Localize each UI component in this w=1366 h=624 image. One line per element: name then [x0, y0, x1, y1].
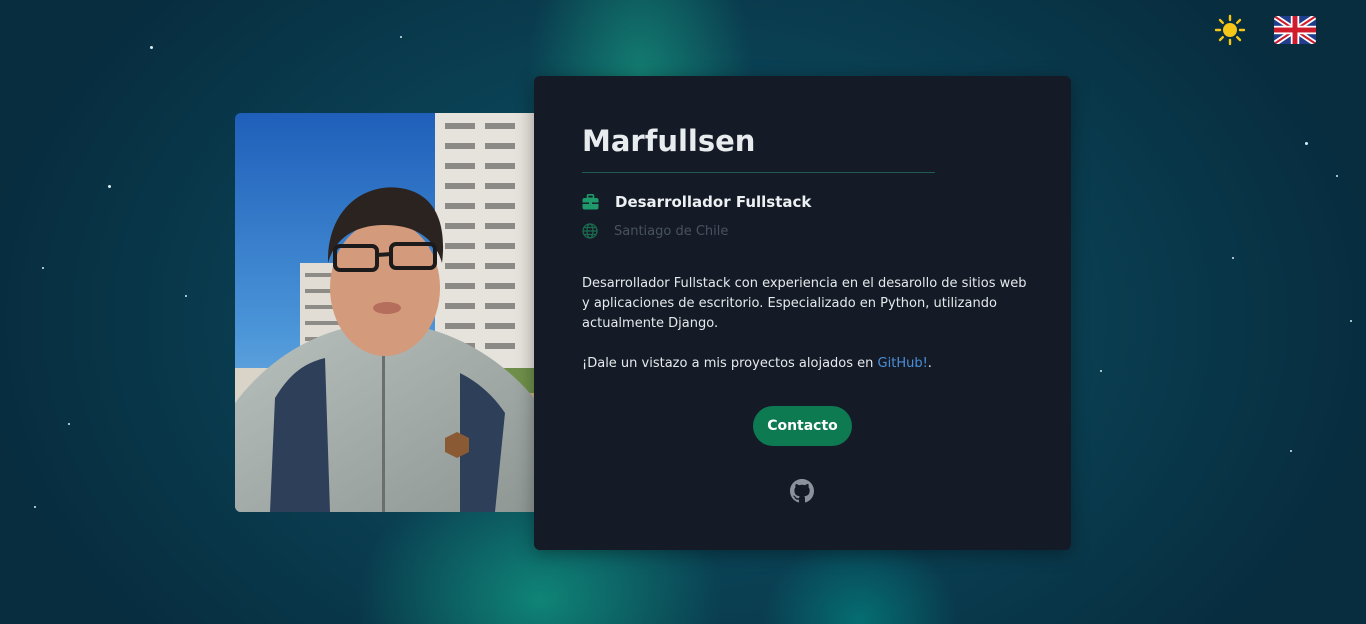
location-row: Santiago de Chile — [582, 223, 728, 239]
star — [34, 506, 36, 508]
top-controls — [1214, 14, 1316, 46]
star — [108, 185, 111, 188]
star — [185, 295, 187, 297]
star — [1336, 175, 1338, 177]
github-link[interactable]: GitHub! — [878, 356, 928, 371]
star — [42, 267, 44, 269]
description: Desarrollador Fullstack con experiencia … — [582, 274, 1032, 374]
name-divider — [582, 172, 935, 173]
star — [400, 36, 402, 38]
role-row: Desarrollador Fullstack — [582, 193, 811, 211]
sun-icon[interactable] — [1214, 14, 1246, 46]
uk-flag-icon[interactable] — [1274, 14, 1316, 46]
star — [1305, 142, 1308, 145]
github-icon — [790, 479, 814, 503]
bio-text: Desarrollador Fullstack con experiencia … — [582, 276, 1027, 331]
projects-prefix: ¡Dale un vistazo a mis proyectos alojado… — [582, 356, 878, 371]
role-text: Desarrollador Fullstack — [615, 193, 812, 211]
star — [1290, 450, 1292, 452]
star — [150, 46, 153, 49]
contact-button[interactable]: Contacto — [753, 406, 852, 446]
briefcase-icon — [582, 194, 599, 210]
globe-icon — [582, 223, 598, 239]
star — [1232, 257, 1234, 259]
star — [68, 423, 70, 425]
profile-card: Marfullsen Desarrollador Fullstack Santi… — [534, 76, 1071, 550]
projects-line: ¡Dale un vistazo a mis proyectos alojado… — [582, 354, 1032, 374]
profile-name: Marfullsen — [582, 124, 756, 158]
star — [1100, 370, 1102, 372]
projects-suffix: . — [927, 356, 932, 371]
location-text: Santiago de Chile — [614, 223, 729, 239]
github-social-link[interactable] — [790, 479, 814, 503]
profile-photo — [235, 113, 534, 512]
star — [1350, 320, 1352, 322]
